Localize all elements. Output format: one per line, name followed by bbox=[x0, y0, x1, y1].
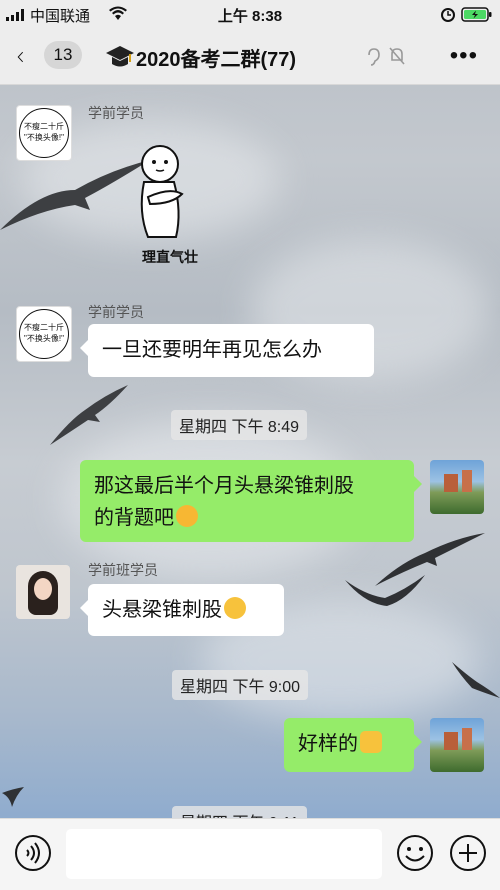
graduation-cap-icon bbox=[106, 46, 134, 67]
thumbs-up-icon bbox=[360, 731, 382, 753]
sender-name: 学前学员 bbox=[88, 105, 144, 121]
sticker-figure bbox=[140, 145, 184, 238]
seagull-silhouette bbox=[2, 787, 24, 807]
seagull-silhouette bbox=[0, 160, 150, 230]
voice-icon[interactable] bbox=[13, 833, 53, 873]
chat-background bbox=[0, 0, 500, 889]
message-bubble[interactable]: 头悬梁锥刺股 bbox=[80, 584, 284, 636]
avatar[interactable]: 不瘦二十斤 "不换头像!" bbox=[16, 105, 72, 161]
message-bubble[interactable]: 那这最后半个月头悬梁锥刺股 的背题吧 bbox=[80, 460, 422, 542]
timestamp: 星期四 下午 8:49 bbox=[171, 410, 308, 440]
seagull-silhouette bbox=[452, 662, 500, 698]
input-bar bbox=[0, 818, 500, 890]
sticker-caption: 理直气壮 bbox=[142, 249, 198, 265]
sender-name: 学前班学员 bbox=[88, 562, 158, 578]
message-bubble[interactable]: 好样的 bbox=[284, 718, 422, 772]
avatar[interactable]: 不瘦二十斤 "不换头像!" bbox=[16, 306, 72, 362]
status-bar: 中国联通 上午 8:38 bbox=[0, 0, 500, 28]
plus-icon[interactable] bbox=[448, 833, 488, 873]
sender-name: 学前学员 bbox=[88, 304, 144, 320]
avatar[interactable] bbox=[430, 718, 484, 772]
sticker-message[interactable]: 理直气壮 bbox=[130, 142, 210, 265]
emoji-icon[interactable] bbox=[395, 833, 435, 873]
seagull-silhouette bbox=[345, 575, 425, 606]
more-icon[interactable]: ••• bbox=[450, 42, 478, 70]
chat-header: 13 2020备考二群(77) ••• bbox=[0, 28, 500, 85]
timestamp: 星期四 下午 9:00 bbox=[172, 670, 309, 700]
clock: 上午 8:38 bbox=[217, 8, 283, 25]
emoji-icon bbox=[224, 597, 246, 619]
battery-icon bbox=[461, 7, 492, 22]
seagull-silhouette bbox=[50, 385, 128, 445]
avatar[interactable] bbox=[430, 460, 484, 514]
message-input[interactable] bbox=[66, 829, 382, 879]
message-bubble[interactable]: 一旦还要明年再见怎么办 bbox=[80, 324, 374, 377]
back-chevron-icon[interactable] bbox=[16, 40, 42, 74]
avatar[interactable] bbox=[16, 565, 70, 619]
emoji-icon bbox=[176, 505, 198, 527]
mute-bell-icon bbox=[389, 47, 405, 65]
alarm-icon bbox=[441, 8, 455, 22]
unread-count-badge[interactable]: 13 bbox=[44, 41, 82, 69]
ear-icon bbox=[368, 48, 380, 66]
chat-title: 2020备考二群(77) bbox=[136, 49, 297, 71]
